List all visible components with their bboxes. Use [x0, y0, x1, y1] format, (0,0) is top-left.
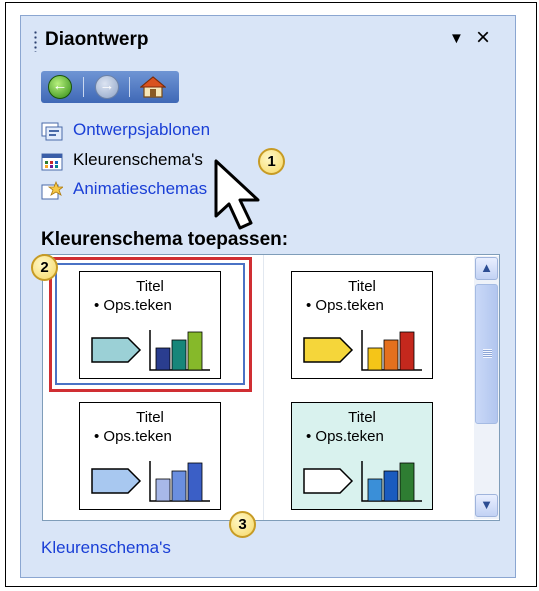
nav-separator	[129, 77, 130, 97]
callout-badge: 3	[229, 511, 256, 538]
thumb-title: Titel	[348, 278, 376, 295]
scheme-bar	[171, 339, 187, 371]
scheme-bar	[367, 347, 383, 371]
scheme-arrow-shape	[303, 468, 354, 494]
scheme-bar	[399, 462, 415, 502]
chevron-down-icon: ▼	[480, 497, 493, 512]
thumb-bullet: • Ops.teken	[94, 297, 172, 314]
pane-title: Diaontwerp	[45, 29, 149, 50]
close-icon[interactable]: ×	[476, 26, 490, 50]
task-pane: Diaontwerp ▼ × ← → Ontwerpsjablonen Kleu…	[20, 15, 516, 578]
scroll-down-button[interactable]: ▼	[475, 494, 498, 517]
callout-badge: 2	[31, 254, 58, 281]
thumb-title: Titel	[348, 409, 376, 426]
scheme-preview-graphic	[303, 330, 422, 371]
scheme-preview-graphic	[303, 461, 422, 502]
scheme-arrow-shape	[91, 337, 142, 363]
home-button[interactable]	[139, 75, 167, 99]
scheme-preview-graphic	[91, 461, 210, 502]
home-icon	[139, 76, 167, 98]
color-scheme-gallery: Titel • Ops.teken Titel • Ops.teken Tite…	[42, 254, 500, 521]
gallery-scrollbar[interactable]: ▲ ▼	[474, 256, 499, 519]
back-button[interactable]: ←	[48, 75, 72, 99]
scheme-bar	[399, 331, 415, 371]
dropdown-arrow-icon[interactable]: ▼	[449, 30, 464, 47]
design-template-icon	[41, 122, 63, 141]
scheme-bar	[155, 478, 171, 502]
scheme-thumbnail[interactable]: Titel • Ops.teken	[79, 402, 221, 510]
scheme-bar	[187, 331, 203, 371]
scheme-thumbnail[interactable]: Titel • Ops.teken	[79, 271, 221, 379]
thumb-bullet: • Ops.teken	[94, 428, 172, 445]
navigation-bar: ← →	[41, 71, 179, 103]
thumb-bullet: • Ops.teken	[306, 297, 384, 314]
scheme-arrow-shape	[303, 337, 354, 363]
forward-button[interactable]: →	[95, 75, 119, 99]
animation-scheme-icon	[41, 181, 63, 200]
scheme-bar	[171, 470, 187, 502]
scroll-thumb[interactable]	[475, 284, 498, 424]
scheme-arrow-shape	[91, 468, 142, 494]
scroll-up-button[interactable]: ▲	[475, 257, 498, 280]
scheme-preview-graphic	[91, 330, 210, 371]
thumb-bullet: • Ops.teken	[306, 428, 384, 445]
back-icon: ←	[52, 77, 68, 94]
scheme-bar	[383, 470, 399, 502]
thumb-title: Titel	[136, 409, 164, 426]
link-label: Animatieschemas	[73, 179, 208, 198]
forward-icon: →	[99, 77, 115, 94]
scheme-thumbnail[interactable]: Titel • Ops.teken	[291, 271, 433, 379]
link-label: Kleurenschema's	[73, 150, 203, 169]
gallery-divider	[263, 255, 264, 520]
mouse-pointer-icon	[214, 159, 260, 230]
color-schemes-link[interactable]: Kleurenschema's	[41, 538, 171, 558]
chevron-up-icon: ▲	[480, 260, 493, 275]
scheme-bar	[367, 478, 383, 502]
thumb-title: Titel	[136, 278, 164, 295]
task-pane-titlebar: Diaontwerp ▼ ×	[21, 16, 515, 64]
link-label: Ontwerpsjablonen	[73, 120, 211, 139]
scroll-grip-icon	[483, 349, 492, 358]
scheme-bar	[155, 347, 171, 371]
color-scheme-icon	[41, 153, 63, 171]
scheme-thumbnail[interactable]: Titel • Ops.teken	[291, 402, 433, 510]
scheme-bar	[187, 462, 203, 502]
drag-grip-icon[interactable]	[34, 30, 37, 52]
scheme-bar	[383, 339, 399, 371]
nav-separator	[83, 77, 84, 97]
